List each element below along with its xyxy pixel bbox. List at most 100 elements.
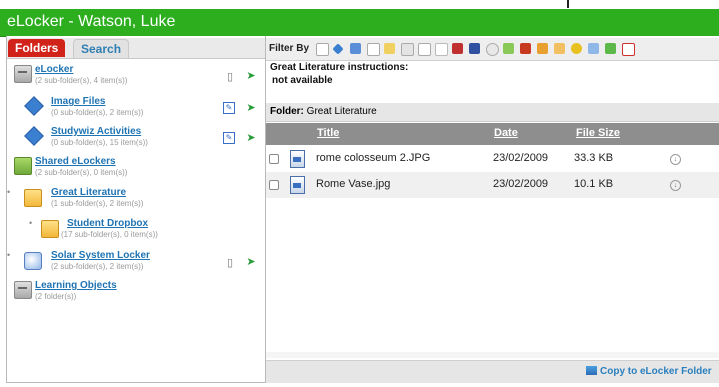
column-date[interactable]: Date (494, 127, 518, 139)
folder-header: Folder: Great Literature (266, 103, 719, 122)
tree-node-meta: (1 sub-folder(s), 2 item(s)) (51, 199, 144, 208)
file-size: 33.3 KB (574, 152, 614, 164)
tree-node-image-files[interactable]: Image Files (0 sub-folder(s), 2 item(s))… (12, 96, 262, 124)
link-filter-icon[interactable] (401, 43, 414, 56)
tree-node-student-dropbox[interactable]: Student Dropbox (17 sub-folder(s), 0 ite… (39, 218, 259, 246)
cursor-marker (567, 0, 569, 8)
tree-node-label[interactable]: Student Dropbox (67, 218, 148, 229)
video-filter-icon[interactable] (452, 43, 463, 54)
diamond-icon (24, 126, 44, 146)
locker-icon (14, 281, 32, 299)
download-icon[interactable]: ↓ (670, 154, 681, 165)
folder-panel: Folders Search eLocker (2 sub-folder(s),… (6, 36, 266, 383)
edit-icon[interactable]: ✎ (223, 132, 235, 144)
diamond-icon (24, 96, 44, 116)
tree-node-meta: (2 sub-folder(s), 2 item(s)) (51, 262, 144, 271)
instructions: Great Literature instructions: not avail… (270, 62, 408, 86)
copy-label: Copy to eLocker Folder (600, 366, 712, 377)
tree-node-label[interactable]: eLocker (35, 64, 73, 75)
file-size: 10.1 KB (574, 178, 614, 190)
all-files-filter-icon[interactable] (316, 43, 329, 56)
trash-icon[interactable]: ▯ (224, 257, 236, 269)
share-icon[interactable]: ➤ (245, 70, 257, 82)
solar-locker-icon (24, 252, 42, 270)
file-date: 23/02/2009 (493, 152, 549, 164)
tree-node-label[interactable]: Studywiz Activities (51, 126, 141, 137)
file-date: 23/02/2009 (493, 178, 549, 190)
activity-filter-icon[interactable] (332, 43, 344, 55)
tree-node-meta: (2 sub-folder(s), 4 item(s)) (35, 76, 128, 85)
tree-node-meta: (2 sub-folder(s), 0 item(s)) (35, 168, 128, 177)
copy-folder-icon (586, 366, 597, 375)
tree-node-label[interactable]: Great Literature (51, 187, 126, 198)
tree-node-meta: (0 sub-folder(s), 2 item(s)) (51, 108, 144, 117)
tool-filter-icon[interactable] (537, 43, 548, 54)
column-title[interactable]: Title (317, 127, 339, 139)
book-filter-icon[interactable] (605, 43, 616, 54)
top-strip (0, 0, 719, 9)
tree-bullet: • (29, 218, 33, 228)
column-header: Title Date File Size (266, 123, 719, 145)
bottom-bar: Copy to eLocker Folder (266, 360, 719, 383)
tree-bullet: • (7, 187, 11, 197)
tree-node-label[interactable]: Shared eLockers (35, 156, 116, 167)
package-filter-icon[interactable] (554, 43, 565, 54)
dropbox-icon (41, 220, 59, 238)
text-filter-icon[interactable] (435, 43, 448, 56)
row-checkbox[interactable] (269, 180, 279, 190)
content-panel: Filter By Great Literature instructions:… (266, 36, 719, 383)
filter-bar: Filter By (266, 38, 719, 61)
instructions-heading: Great Literature instructions: (270, 62, 409, 73)
settings-filter-icon[interactable] (486, 43, 499, 56)
instructions-value: not available (272, 75, 333, 86)
shared-locker-icon (14, 157, 32, 175)
media-filter-icon[interactable] (469, 43, 480, 54)
tree-node-meta: (0 sub-folder(s), 15 item(s)) (51, 138, 148, 147)
horizontal-scrollbar[interactable] (266, 352, 719, 358)
pdf-filter-icon[interactable] (622, 43, 635, 56)
image-file-icon (290, 150, 305, 168)
edit-icon[interactable]: ✎ (223, 102, 235, 114)
tree-node-elocker[interactable]: eLocker (2 sub-folder(s), 4 item(s)) ▯ ➤ (12, 64, 262, 92)
share-icon[interactable]: ➤ (245, 256, 257, 268)
tree-node-meta: (2 folder(s)) (35, 292, 77, 301)
table-filter-icon[interactable] (588, 43, 599, 54)
page-filter-icon[interactable] (418, 43, 431, 56)
file-title[interactable]: rome colosseum 2.JPG (316, 152, 430, 164)
trash-icon[interactable]: ▯ (224, 71, 236, 83)
tab-search[interactable]: Search (73, 39, 130, 58)
tree-node-studywiz-activities[interactable]: Studywiz Activities (0 sub-folder(s), 15… (12, 126, 262, 154)
tree-node-label[interactable]: Learning Objects (35, 280, 117, 291)
download-icon[interactable]: ↓ (670, 180, 681, 191)
file-title[interactable]: Rome Vase.jpg (316, 178, 390, 190)
copy-to-elocker-button[interactable]: Copy to eLocker Folder (586, 366, 712, 377)
share-icon[interactable]: ➤ (245, 102, 257, 114)
image-file-icon (290, 176, 305, 194)
folder-name: Great Literature (306, 106, 377, 117)
document-filter-icon[interactable] (367, 43, 380, 56)
audio-filter-icon[interactable] (520, 43, 531, 54)
share-icon[interactable]: ➤ (245, 132, 257, 144)
panel-tabs: Folders Search (7, 38, 265, 59)
image-filter-icon[interactable] (350, 43, 361, 54)
table-row[interactable]: Rome Vase.jpg 23/02/2009 10.1 KB ↓ (266, 172, 719, 198)
tree-node-solar-system-locker[interactable]: Solar System Locker (2 sub-folder(s), 2 … (22, 250, 262, 278)
tree-node-learning-objects[interactable]: Learning Objects (2 folder(s)) (12, 280, 262, 308)
tree-node-meta: (17 sub-folder(s), 0 item(s)) (61, 230, 158, 239)
note-filter-icon[interactable] (384, 43, 395, 54)
tree-node-label[interactable]: Solar System Locker (51, 250, 150, 261)
tree-node-shared-elockers[interactable]: Shared eLockers (2 sub-folder(s), 0 item… (12, 156, 262, 184)
star-filter-icon[interactable] (571, 43, 582, 54)
folder-icon (24, 189, 42, 207)
table-row[interactable]: rome colosseum 2.JPG 23/02/2009 33.3 KB … (266, 146, 719, 172)
tree-bullet: • (7, 250, 11, 260)
tree-node-label[interactable]: Image Files (51, 96, 105, 107)
title-bar: eLocker - Watson, Luke (0, 9, 719, 37)
web-filter-icon[interactable] (503, 43, 514, 54)
column-file-size[interactable]: File Size (576, 127, 620, 139)
filter-label: Filter By (269, 43, 310, 54)
tab-folders[interactable]: Folders (8, 39, 66, 57)
locker-icon (14, 65, 32, 83)
tree-node-great-literature[interactable]: Great Literature (1 sub-folder(s), 2 ite… (22, 187, 262, 215)
row-checkbox[interactable] (269, 154, 279, 164)
